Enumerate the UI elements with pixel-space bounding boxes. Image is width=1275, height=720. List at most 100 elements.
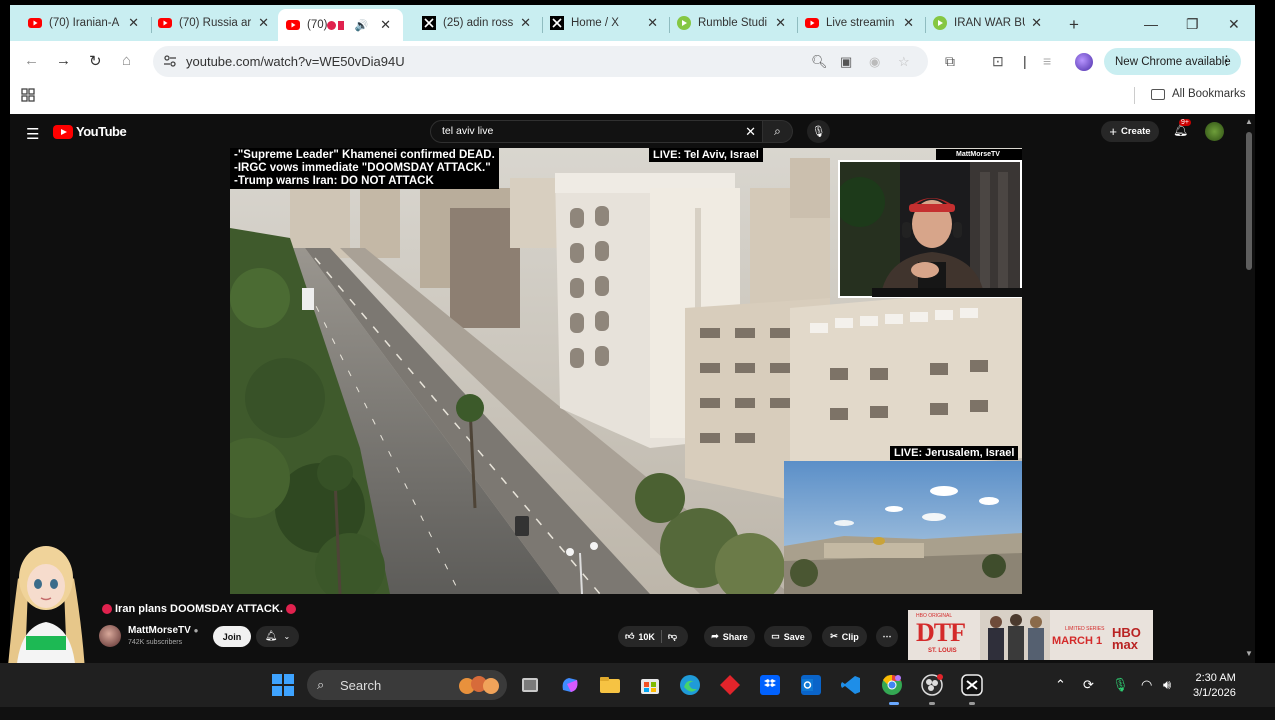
sidebar-ad-banner[interactable]: HBO ORIGINAL DTF ST. LOUIS LIMITED SERIE… (908, 610, 1153, 660)
apps-grid-icon[interactable] (21, 88, 35, 102)
close-icon[interactable]: ✕ (128, 15, 139, 31)
search-button[interactable]: ⌕ (763, 120, 793, 143)
capcut-icon[interactable] (961, 674, 983, 696)
tab-1[interactable]: (70) Iranian-A ✕ (20, 9, 147, 37)
eye-icon[interactable]: ◉ (869, 54, 880, 70)
close-icon[interactable]: ✕ (903, 15, 914, 31)
page-scrollbar[interactable]: ▲ ▼ (1243, 114, 1255, 663)
account-avatar[interactable] (1205, 122, 1224, 141)
clock-time: 2:30 AM (1195, 672, 1236, 684)
headline-line: -Trump warns Iran: DO NOT ATTACK (234, 175, 434, 187)
search-input[interactable]: tel aviv live ✕ (430, 120, 763, 143)
search-query[interactable]: tel aviv live (442, 125, 493, 137)
copilot-icon[interactable] (559, 674, 581, 696)
search-icon: ⌕ (317, 677, 325, 692)
thumbs-up-icon: 👍︎ (625, 631, 635, 641)
video-player[interactable]: -"Supreme Leader" Khamenei confirmed DEA… (230, 148, 1022, 594)
scroll-down-icon[interactable]: ▼ (1245, 649, 1253, 658)
cast-icon[interactable]: ▣ (840, 54, 852, 70)
show-hidden-icons-chevron-up-icon[interactable]: ⌃ (1055, 677, 1066, 693)
save-label: Save (783, 631, 805, 642)
clip-button[interactable]: ✂ Clip (822, 626, 867, 647)
wifi-icon[interactable]: ◠ (1141, 677, 1152, 693)
tab-2[interactable]: (70) Russia ar ✕ (150, 9, 277, 37)
visual-studio-code-icon[interactable] (840, 674, 862, 696)
tab-5[interactable]: Home / X ✕ (542, 9, 666, 37)
scroll-thumb[interactable] (1246, 132, 1252, 270)
back-button[interactable]: ← (24, 52, 39, 69)
new-chrome-available-button[interactable]: New Chrome available ⋮ (1104, 48, 1241, 75)
channel-avatar[interactable] (99, 625, 121, 647)
channel-name[interactable]: MattMorseTV ● (128, 625, 198, 636)
divider-icon: | (1023, 53, 1027, 69)
new-tab-button[interactable]: + (1069, 15, 1079, 35)
microsoft-store-icon[interactable] (639, 674, 661, 696)
create-button[interactable]: + Create (1101, 121, 1159, 142)
restore-button[interactable]: ❐ (1186, 16, 1199, 33)
bookmark-star-icon[interactable]: ☆ (898, 54, 910, 70)
edge-icon[interactable] (679, 674, 701, 696)
media-queue-icon[interactable]: ≡ (1043, 53, 1051, 69)
tab-4[interactable]: (25) adin ross ✕ (414, 9, 539, 37)
save-button[interactable]: ▭ Save (764, 626, 812, 647)
red-app-icon[interactable] (719, 674, 741, 696)
close-icon[interactable]: ✕ (520, 15, 531, 31)
thumbs-down-icon[interactable]: 👎︎ (668, 631, 677, 642)
more-actions-button[interactable]: ⋯ (876, 626, 898, 647)
address-bar[interactable]: youtube.com/watch?v=WE50vDia94U 🔍︎ ▣ ◉ ☆ (153, 46, 928, 77)
extensions-icon[interactable]: ⧉ (945, 53, 955, 70)
dropbox-icon[interactable] (759, 674, 781, 696)
channel-name-text[interactable]: MattMorseTV (128, 625, 191, 636)
join-button[interactable]: Join (213, 626, 251, 647)
scroll-up-icon[interactable]: ▲ (1245, 117, 1253, 126)
tab-6[interactable]: Rumble Studi ✕ (669, 9, 794, 37)
subscribed-bell-button[interactable]: 🔔︎ ⌄ (256, 626, 299, 647)
close-icon[interactable]: ✕ (1031, 15, 1042, 31)
like-button[interactable]: 👍︎ 10K (625, 631, 655, 642)
profile-avatar[interactable] (1075, 53, 1093, 71)
microphone-icon[interactable]: 🎙︎ (1112, 677, 1129, 693)
scissors-icon: ✂ (830, 631, 838, 641)
pip-channel-name: MattMorseTV (956, 151, 1000, 158)
more-menu-icon[interactable]: ⋮ (1220, 53, 1233, 69)
close-icon[interactable]: ✕ (380, 17, 391, 33)
zoom-icon[interactable]: 🔍︎ (811, 54, 828, 70)
site-info-icon[interactable] (163, 54, 177, 68)
tab-7[interactable]: Live streamin ✕ (797, 9, 922, 37)
forward-button[interactable]: → (56, 52, 71, 69)
start-button[interactable] (272, 674, 294, 696)
tab-strip: (70) Iranian-A ✕ (70) Russia ar ✕ (70) 🔊… (10, 5, 1255, 41)
reload-button[interactable]: ↻ (89, 52, 102, 70)
minimize-button[interactable]: — (1144, 16, 1158, 32)
voice-search-icon[interactable]: 🎙︎ (807, 120, 830, 143)
youtube-logo-text: YouTube (76, 124, 127, 139)
outlook-icon[interactable] (800, 674, 822, 696)
video-title: Iran plans DOOMSDAY ATTACK. (99, 603, 299, 615)
tab-search-icon[interactable]: ⊡ (992, 53, 1004, 70)
speaker-icon[interactable]: 🔊 (354, 19, 368, 32)
obs-icon[interactable] (921, 674, 943, 696)
close-icon[interactable]: ✕ (775, 15, 786, 31)
file-explorer-icon[interactable] (599, 674, 621, 696)
task-view-icon[interactable] (519, 674, 541, 696)
all-bookmarks-button[interactable]: All Bookmarks (1151, 88, 1246, 100)
clock[interactable]: 2:30 AM 3/1/2026 (1193, 671, 1236, 701)
close-window-button[interactable]: ✕ (1228, 16, 1240, 33)
tab-8[interactable]: IRAN WAR BU ✕ (925, 9, 1050, 37)
tab-3-active[interactable]: (70) 🔊 ✕ (278, 9, 403, 41)
chrome-icon[interactable] (881, 674, 903, 696)
sync-icon[interactable]: ⟳ (1083, 677, 1094, 693)
youtube-logo[interactable]: YouTube (53, 124, 127, 139)
menu-icon[interactable]: ☰ (26, 125, 39, 143)
red-circle-icon (285, 604, 296, 614)
like-divider (660, 630, 662, 643)
url-text[interactable]: youtube.com/watch?v=WE50vDia94U (186, 54, 405, 69)
close-icon[interactable]: ✕ (258, 15, 269, 31)
taskbar-search[interactable]: ⌕ Search (307, 670, 507, 700)
close-icon[interactable]: ✕ (647, 15, 658, 31)
volume-icon[interactable]: 🔊︎ (1163, 677, 1171, 693)
clear-search-icon[interactable]: ✕ (745, 124, 756, 140)
home-button[interactable]: ⌂ (122, 52, 131, 69)
like-dislike-group: 👍︎ 10K 👎︎ (618, 626, 688, 647)
share-button[interactable]: ➦ Share (704, 626, 755, 647)
